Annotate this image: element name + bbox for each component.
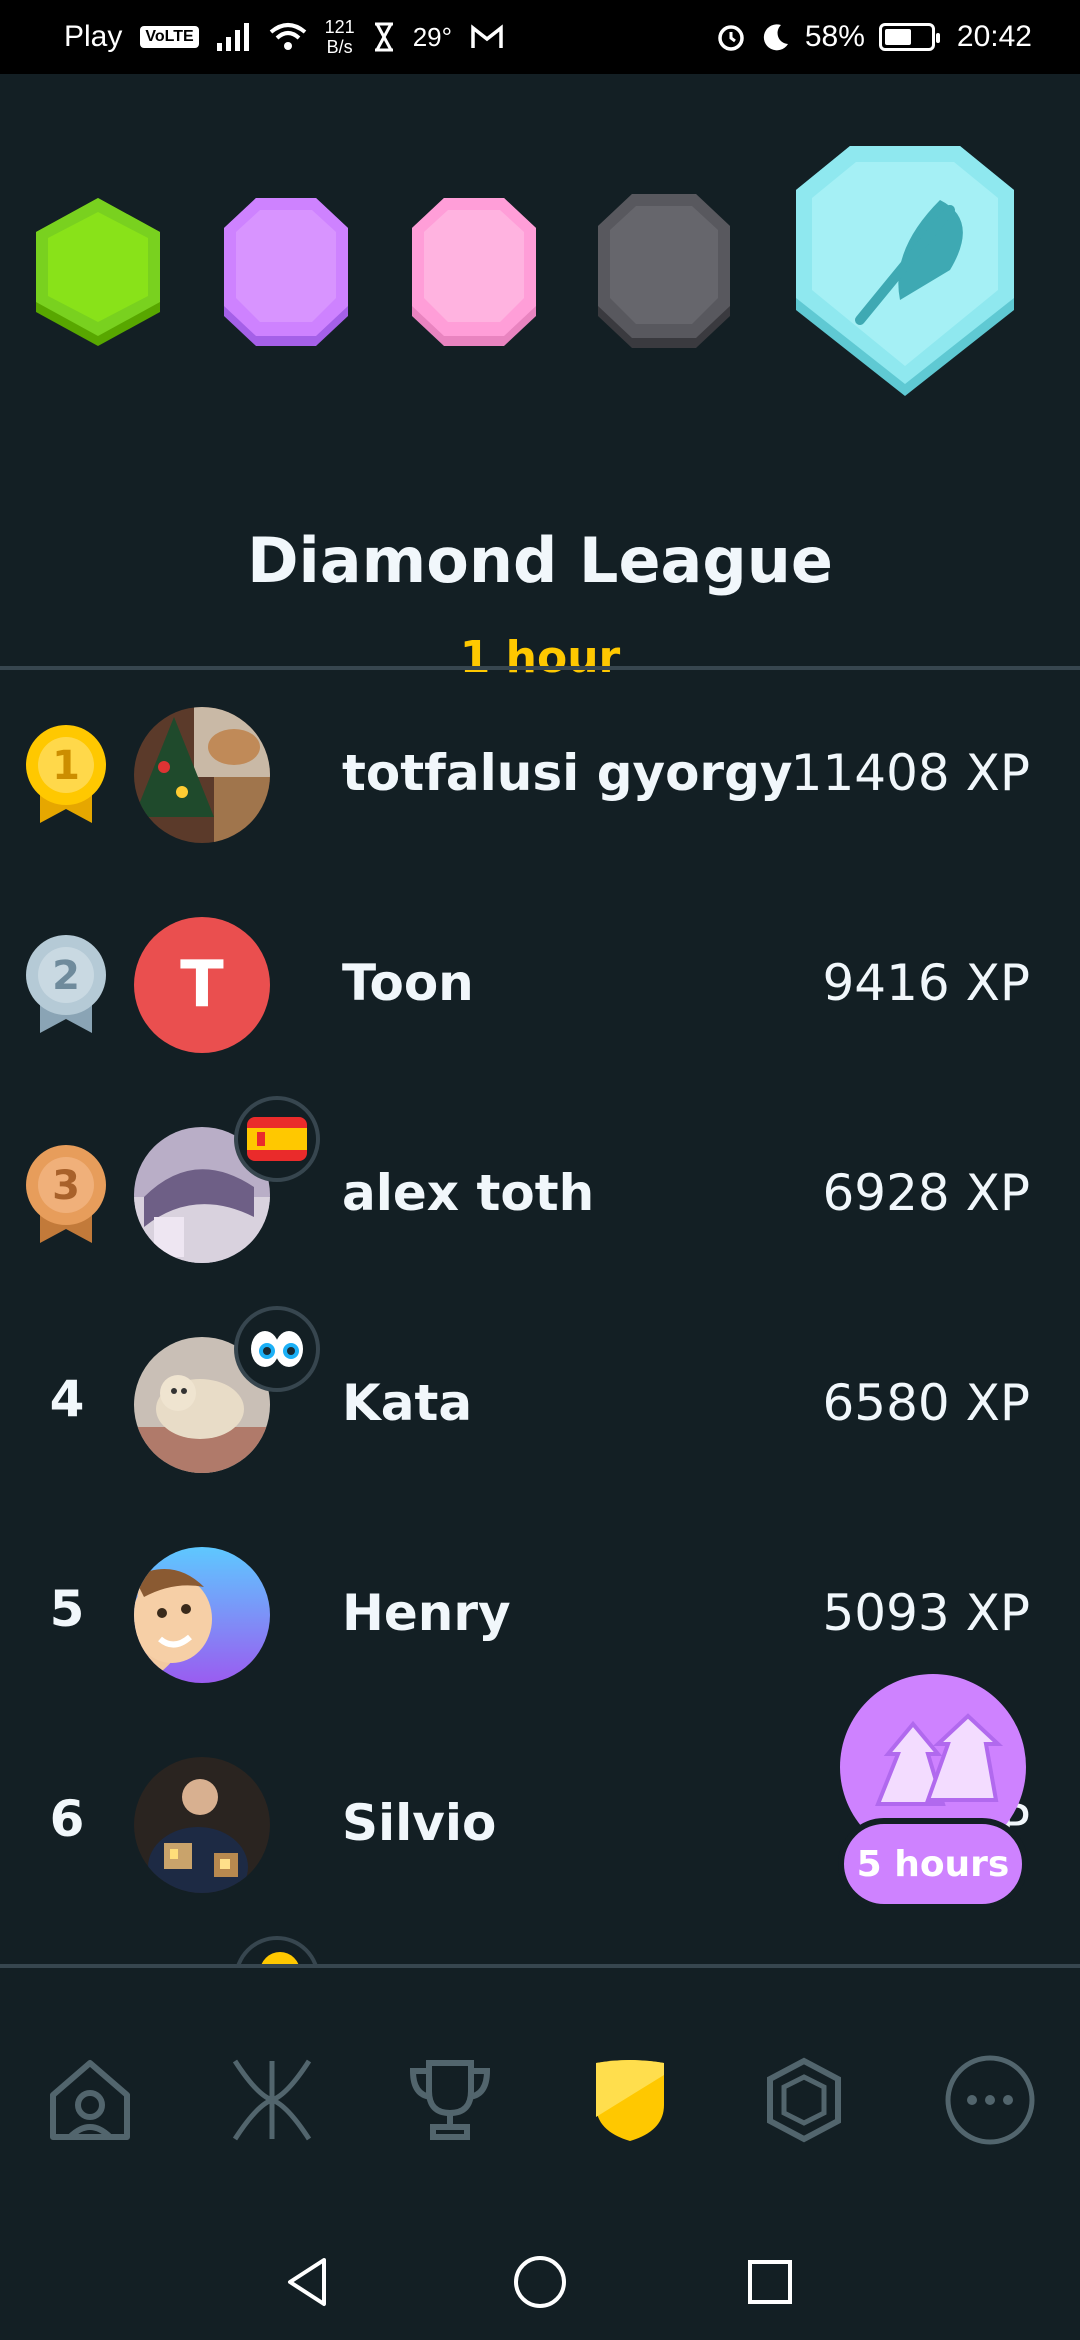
clock: 20:42 bbox=[956, 20, 1032, 53]
trophy-icon bbox=[409, 2060, 491, 2140]
avatar-photo bbox=[134, 1757, 270, 1893]
obsidian-league-badge[interactable] bbox=[594, 190, 734, 352]
user-xp: 6580 XP bbox=[822, 1374, 1030, 1432]
rank-number: 5 bbox=[49, 1580, 85, 1638]
alarm-icon bbox=[718, 25, 744, 51]
bronze-league-badge[interactable] bbox=[32, 194, 164, 350]
recents-icon[interactable] bbox=[740, 2252, 800, 2312]
avatar[interactable] bbox=[134, 1757, 270, 1893]
memoji-avatar bbox=[134, 1547, 270, 1683]
user-xp: 9416 XP bbox=[822, 954, 1030, 1012]
leagues-tab[interactable] bbox=[580, 2050, 680, 2150]
back-icon[interactable] bbox=[278, 2252, 338, 2312]
bronze-medal-icon: 3 bbox=[26, 1145, 106, 1243]
net-speed-unit: B/s bbox=[326, 37, 353, 57]
eyes-icon bbox=[234, 1306, 320, 1392]
amethyst-league-badge[interactable] bbox=[220, 194, 352, 350]
carrier-label: Play bbox=[64, 20, 123, 53]
league-header: Diamond League 1 hour bbox=[0, 74, 1080, 683]
rank-number: 6 bbox=[49, 1790, 85, 1848]
home-circle-icon[interactable] bbox=[510, 2252, 570, 2312]
gmail-icon bbox=[471, 24, 503, 48]
more-tab[interactable] bbox=[940, 2050, 1040, 2150]
gold-medal-icon: 1 bbox=[26, 725, 106, 823]
spain-flag-icon bbox=[234, 1096, 320, 1182]
silver-medal-icon: 2 bbox=[26, 935, 106, 1033]
mini-badge-partial bbox=[234, 1936, 320, 1964]
more-icon bbox=[945, 2055, 1035, 2145]
league-badges bbox=[0, 74, 1080, 414]
rank-number: 4 bbox=[49, 1370, 85, 1428]
gem-icon bbox=[767, 2057, 841, 2143]
battery-icon bbox=[878, 23, 940, 51]
trophy-tab[interactable] bbox=[400, 2050, 500, 2150]
leaderboard-row[interactable]: 2 T Toon 9416 XP bbox=[0, 880, 1080, 1090]
system-nav-bar bbox=[0, 2224, 1080, 2340]
pearl-league-badge[interactable] bbox=[408, 194, 540, 350]
temperature: 29° bbox=[412, 21, 453, 52]
home-tab[interactable] bbox=[40, 2050, 140, 2150]
user-name: totfalusi gyorgy bbox=[342, 744, 793, 802]
user-name: Henry bbox=[342, 1584, 511, 1642]
status-bar: Play VoLTE 121 B/s 29° 58% 20:42 bbox=[0, 0, 1080, 74]
letters-tab[interactable] bbox=[222, 2050, 322, 2150]
leaderboard-row[interactable]: 3 alex toth 6928 XP bbox=[0, 1090, 1080, 1300]
net-speed: 121 B/s bbox=[325, 17, 355, 57]
user-name: alex toth bbox=[342, 1164, 595, 1222]
avatar-photo bbox=[134, 707, 270, 843]
volte-icon: VoLTE bbox=[140, 26, 199, 48]
league-title: Diamond League bbox=[247, 524, 833, 597]
avatar[interactable] bbox=[134, 1547, 270, 1683]
chest-timer[interactable]: 5 hours bbox=[838, 1818, 1028, 1910]
net-speed-value: 121 bbox=[324, 17, 355, 37]
svg-text:3: 3 bbox=[52, 1163, 80, 1209]
user-name: Silvio bbox=[342, 1794, 497, 1852]
user-name: Toon bbox=[342, 954, 474, 1012]
avatar[interactable] bbox=[134, 707, 270, 843]
moon-icon bbox=[763, 24, 788, 51]
user-xp: 5093 XP bbox=[822, 1584, 1030, 1642]
avatar-letter[interactable]: T bbox=[134, 917, 270, 1053]
svg-text:2: 2 bbox=[52, 953, 80, 999]
hourglass-icon bbox=[374, 22, 393, 52]
leaderboard-row[interactable]: 1 totfalusi gyorgy 11408 XP bbox=[0, 670, 1080, 880]
wifi-icon bbox=[269, 23, 306, 50]
leaderboard-row[interactable]: 4 Kata 6580 XP bbox=[0, 1300, 1080, 1510]
user-name: Kata bbox=[342, 1374, 473, 1432]
user-xp: 6928 XP bbox=[822, 1164, 1030, 1222]
bottom-nav bbox=[0, 1968, 1080, 2224]
diamond-league-badge[interactable] bbox=[790, 140, 1020, 402]
home-icon bbox=[50, 2060, 130, 2140]
shield-icon bbox=[596, 2060, 664, 2141]
chest-rank-up-icon bbox=[875, 1713, 1004, 1806]
letters-icon bbox=[232, 2059, 312, 2141]
user-xp: 11408 XP bbox=[790, 744, 1030, 802]
battery-percent: 58% bbox=[804, 20, 865, 53]
gems-tab[interactable] bbox=[754, 2050, 854, 2150]
svg-text:1: 1 bbox=[52, 743, 80, 789]
signal-icon bbox=[216, 23, 249, 51]
